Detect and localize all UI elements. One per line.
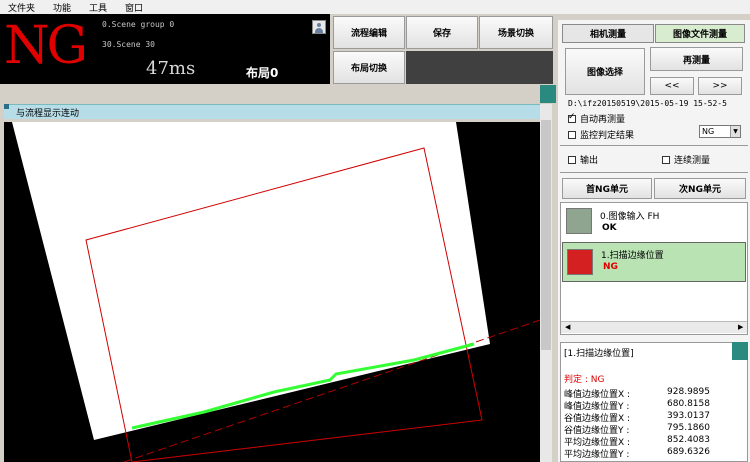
list-item[interactable]: 0.图像输入 FH OK [562, 204, 746, 240]
menu-file[interactable]: 文件夹 [8, 1, 35, 14]
divider [560, 172, 748, 173]
toolbar-empty-area [406, 51, 553, 84]
layout-switch-button[interactable]: 布局切换 [333, 51, 405, 84]
scene-group-label: 0.Scene group 0 [102, 20, 175, 29]
image-scroll-thumb[interactable] [541, 120, 551, 350]
tab-image-file-measure[interactable]: 图像文件测量 [655, 24, 745, 43]
judgement-filter-value: NG [702, 127, 715, 136]
scene-switch-button[interactable]: 场景切换 [479, 16, 553, 49]
pane-marker-icon [4, 104, 9, 109]
auto-remeasure-label: 自动再测量 [580, 115, 626, 125]
checkbox-icon[interactable] [568, 155, 576, 164]
scroll-corner-icon[interactable] [540, 85, 556, 103]
user-icon[interactable] [312, 20, 326, 34]
checkbox-icon[interactable] [662, 155, 670, 164]
camera-image-view[interactable] [4, 122, 552, 462]
detail-key: 平均边缘位置Y : [564, 450, 630, 460]
detail-scroll-icon[interactable] [732, 342, 748, 360]
continuous-measure-checkbox[interactable]: 连续测量 [662, 153, 710, 166]
remeasure-button[interactable]: 再测量 [650, 47, 743, 71]
previous-image-button[interactable]: << [650, 77, 694, 95]
save-button[interactable]: 保存 [406, 16, 478, 49]
first-ng-unit-button[interactable]: 首NG单元 [562, 178, 652, 199]
monitor-result-label: 监控判定结果 [580, 131, 635, 141]
continuous-measure-label: 连续测量 [674, 156, 711, 166]
menu-function[interactable]: 功能 [53, 1, 71, 14]
image-path: D:\ifz20150519\2015-05-19 15-52-5 [568, 99, 727, 108]
tab-camera-measure[interactable]: 相机测量 [562, 24, 654, 43]
checkbox-icon[interactable] [568, 130, 576, 139]
menu-window[interactable]: 窗口 [125, 1, 143, 14]
camera-input-icon [566, 208, 592, 234]
judgement-label: NG [4, 16, 88, 76]
measured-workpiece [12, 122, 490, 440]
camera-image-canvas [12, 122, 552, 462]
detail-row: 平均边缘位置Y : 689.6326 [564, 447, 710, 460]
scroll-right-icon[interactable]: ▶ [738, 323, 743, 331]
unit-result: NG [603, 262, 618, 272]
image-pane-header: 与流程显示连动 [4, 104, 552, 119]
processing-time: 47ms [146, 58, 196, 79]
unit-list-horizontal-scrollbar[interactable] [561, 321, 747, 333]
scene-label: 30.Scene 30 [102, 40, 155, 49]
unit-title: 0.图像输入 FH [600, 212, 660, 222]
edge-scan-icon [567, 249, 593, 275]
scroll-left-icon[interactable]: ◀ [565, 323, 570, 331]
dropdown-arrow-icon[interactable]: ▼ [730, 126, 740, 137]
layout-label: 布局0 [246, 66, 279, 80]
detail-value: 689.6326 [667, 447, 710, 457]
monitor-result-checkbox[interactable]: 监控判定结果 [568, 128, 634, 141]
menu-tools[interactable]: 工具 [89, 1, 107, 14]
menu-bar: 文件夹 功能 工具 窗口 [0, 0, 750, 14]
next-ng-unit-button[interactable]: 次NG单元 [654, 178, 746, 199]
next-image-button[interactable]: >> [698, 77, 742, 95]
image-select-button[interactable]: 图像选择 [565, 48, 645, 95]
judgement-filter-select[interactable]: NG ▼ [699, 125, 741, 138]
flow-edit-button[interactable]: 流程编辑 [333, 16, 405, 49]
output-label: 输出 [580, 156, 599, 166]
detail-title: [1.扫描边缘位置] [564, 349, 634, 359]
unit-title: 1.扫描边缘位置 [601, 251, 664, 261]
divider [560, 145, 748, 146]
output-checkbox[interactable]: 输出 [568, 153, 598, 166]
status-panel: NG 0.Scene group 0 30.Scene 30 47ms 布局0 [0, 14, 330, 84]
detail-judgement: 判定 : NG [564, 375, 605, 385]
unit-result: OK [602, 223, 617, 233]
auto-remeasure-checkbox[interactable]: 自动再测量 [568, 112, 625, 125]
checkbox-checked-icon[interactable] [568, 112, 576, 123]
list-item[interactable]: 1.扫描边缘位置 NG [562, 242, 746, 282]
